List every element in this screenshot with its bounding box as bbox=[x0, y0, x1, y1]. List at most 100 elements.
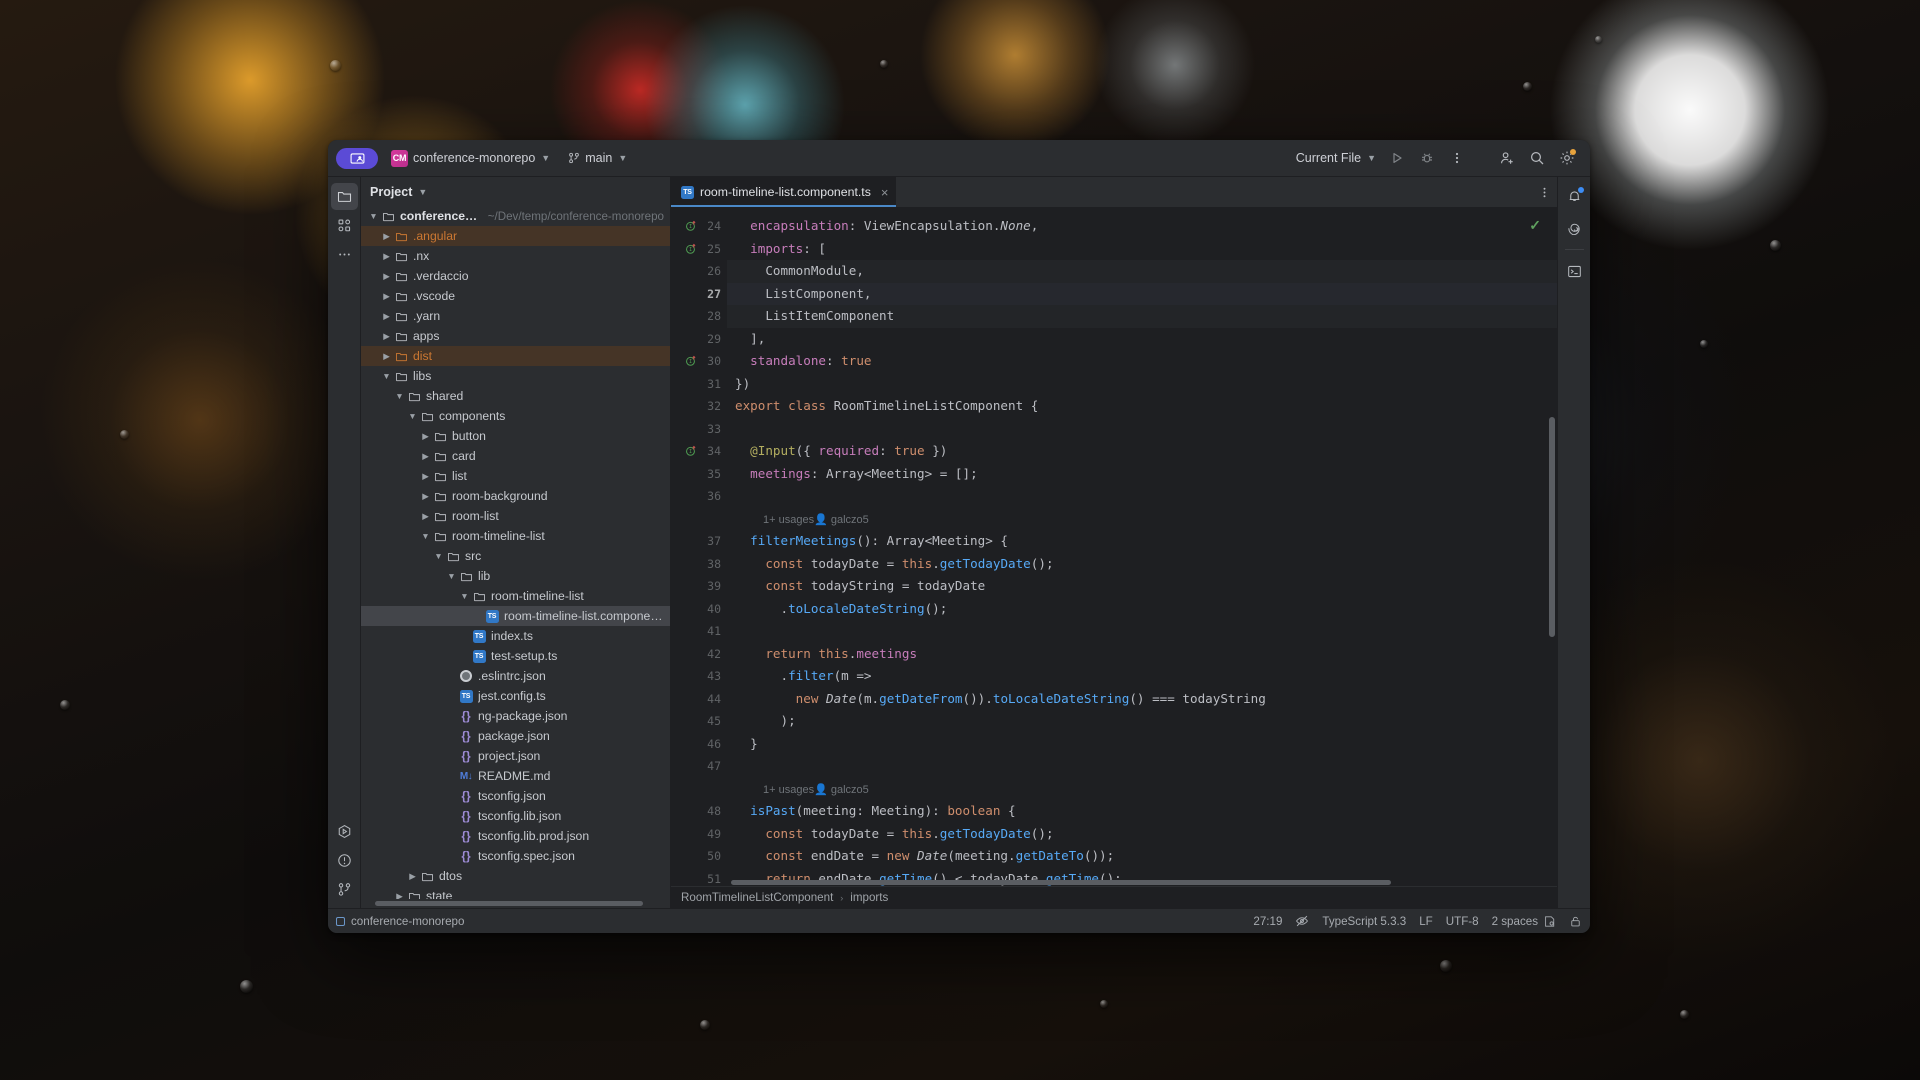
terminal-button[interactable] bbox=[1561, 258, 1588, 285]
gutter-line-26[interactable]: 26 bbox=[671, 260, 727, 283]
gutter-line-27[interactable]: 27 bbox=[671, 283, 727, 306]
chevron-down-icon[interactable]: ▼ bbox=[458, 592, 471, 601]
override-marker-icon[interactable]: I bbox=[684, 242, 697, 255]
chevron-right-icon[interactable]: ▶ bbox=[419, 492, 432, 501]
editor-tab-room-timeline-list-component[interactable]: TS room-timeline-list.component.ts × bbox=[671, 177, 897, 207]
chevron-right-icon[interactable]: ▶ bbox=[419, 452, 432, 461]
tree-row[interactable]: {} tsconfig.lib.json bbox=[361, 806, 670, 826]
gutter-line-32[interactable]: 32 bbox=[671, 395, 727, 418]
gutter-line-42[interactable]: 42 bbox=[671, 643, 727, 666]
editor-text[interactable]: encapsulation: ViewEncapsulation.None, i… bbox=[727, 207, 1557, 886]
code-line-39[interactable]: const todayString = todayDate bbox=[727, 575, 1557, 598]
author-hint[interactable]: 👤 galczo5 bbox=[814, 514, 869, 526]
breadcrumb[interactable]: RoomTimelineListComponent › imports bbox=[671, 886, 1557, 908]
chevron-down-icon[interactable]: ▼ bbox=[406, 412, 419, 421]
code-hint-line[interactable]: 1+ usages👤 galczo5 bbox=[727, 778, 1557, 801]
status-caret-position[interactable]: 27:19 bbox=[1253, 915, 1282, 928]
tree-row[interactable]: .eslintrc.json bbox=[361, 666, 670, 686]
tree-horizontal-scrollbar[interactable] bbox=[361, 899, 670, 908]
close-icon[interactable]: × bbox=[881, 185, 889, 200]
gutter-line-47[interactable]: 47 bbox=[671, 755, 727, 778]
problems-tool-button[interactable] bbox=[331, 847, 358, 874]
ai-assistant-button[interactable] bbox=[1561, 214, 1588, 241]
tree-row[interactable]: ▶ card bbox=[361, 446, 670, 466]
project-file-tree[interactable]: ▼ conference-monorepo ~/Dev/temp/conferenc… bbox=[361, 206, 670, 899]
tree-row[interactable]: ▼ room-timeline-list bbox=[361, 586, 670, 606]
chevron-down-icon[interactable]: ▼ bbox=[393, 392, 406, 401]
code-line-45[interactable]: ); bbox=[727, 710, 1557, 733]
run-configuration-selector[interactable]: Current File ▼ bbox=[1292, 149, 1380, 167]
status-indent[interactable]: 2 spaces bbox=[1492, 915, 1556, 928]
gutter-line-34[interactable]: I 34 bbox=[671, 440, 727, 463]
chevron-right-icon[interactable]: ▶ bbox=[406, 872, 419, 881]
gutter-line-49[interactable]: 49 bbox=[671, 823, 727, 846]
code-line-38[interactable]: const todayDate = this.getTodayDate(); bbox=[727, 553, 1557, 576]
chevron-right-icon[interactable]: ▶ bbox=[393, 892, 406, 899]
settings-gear-icon[interactable] bbox=[1554, 145, 1580, 171]
gutter-line-38[interactable]: 38 bbox=[671, 553, 727, 576]
tree-row[interactable]: ▼ libs bbox=[361, 366, 670, 386]
tree-row[interactable]: ▶ room-background bbox=[361, 486, 670, 506]
tree-row[interactable]: TS room-timeline-list.component.ts bbox=[361, 606, 670, 626]
code-line-28[interactable]: ListItemComponent bbox=[727, 305, 1557, 328]
gutter-line-43[interactable]: 43 bbox=[671, 665, 727, 688]
code-line-43[interactable]: .filter(m => bbox=[727, 665, 1557, 688]
scrollbar-thumb[interactable] bbox=[375, 901, 643, 906]
status-language-level[interactable]: TypeScript 5.3.3 bbox=[1322, 915, 1406, 928]
override-marker-icon[interactable]: I bbox=[684, 355, 697, 368]
code-line-47[interactable] bbox=[727, 755, 1557, 778]
chevron-right-icon[interactable]: ▶ bbox=[419, 512, 432, 521]
tree-row[interactable]: ▶ .verdaccio bbox=[361, 266, 670, 286]
gutter-line-44[interactable]: 44 bbox=[671, 688, 727, 711]
chevron-right-icon[interactable]: ▶ bbox=[419, 432, 432, 441]
search-everywhere-icon[interactable] bbox=[1524, 145, 1550, 171]
status-line-separator[interactable]: LF bbox=[1419, 915, 1433, 928]
tree-row[interactable]: {} package.json bbox=[361, 726, 670, 746]
gutter-line-37[interactable]: 37 bbox=[671, 530, 727, 553]
code-line-50[interactable]: const endDate = new Date(meeting.getDate… bbox=[727, 845, 1557, 868]
tree-row[interactable]: TS index.ts bbox=[361, 626, 670, 646]
gutter-line-46[interactable]: 46 bbox=[671, 733, 727, 756]
code-line-40[interactable]: .toLocaleDateString(); bbox=[727, 598, 1557, 621]
code-line-32[interactable]: export class RoomTimelineListComponent { bbox=[727, 395, 1557, 418]
gutter-line-31[interactable]: 31 bbox=[671, 373, 727, 396]
code-line-24[interactable]: encapsulation: ViewEncapsulation.None, bbox=[727, 215, 1557, 238]
tree-row-root[interactable]: ▼ conference-monorepo ~/Dev/temp/conferenc… bbox=[361, 206, 670, 226]
editor-tab-options-icon[interactable] bbox=[1531, 177, 1557, 207]
gutter-line-45[interactable]: 45 bbox=[671, 710, 727, 733]
chevron-down-icon[interactable]: ▼ bbox=[445, 572, 458, 581]
usages-hint[interactable]: 1+ usages bbox=[763, 784, 814, 796]
gutter-line-29[interactable]: 29 bbox=[671, 328, 727, 351]
editor-gutter[interactable]: I 24 I 25 26 27 28 29 I 30 31 32 33 I 34 35 36 37 38 39 40 41… bbox=[671, 207, 727, 886]
code-line-25[interactable]: imports: [ bbox=[727, 238, 1557, 261]
tree-row[interactable]: {} ng-package.json bbox=[361, 706, 670, 726]
gutter-line-48[interactable]: 48 bbox=[671, 800, 727, 823]
code-line-49[interactable]: const todayDate = this.getTodayDate(); bbox=[727, 823, 1557, 846]
run-tool-button[interactable] bbox=[331, 818, 358, 845]
gutter-line-25[interactable]: I 25 bbox=[671, 238, 727, 261]
editor-vertical-scrollbar[interactable] bbox=[1549, 417, 1555, 637]
breadcrumb-item-class[interactable]: RoomTimelineListComponent bbox=[681, 891, 833, 904]
tree-row[interactable]: ▶ .vscode bbox=[361, 286, 670, 306]
tree-row[interactable]: ▶ button bbox=[361, 426, 670, 446]
code-line-41[interactable] bbox=[727, 620, 1557, 643]
code-hint-line[interactable]: 1+ usages👤 galczo5 bbox=[727, 508, 1557, 531]
gutter-line-50[interactable]: 50 bbox=[671, 845, 727, 868]
gutter-line-40[interactable]: 40 bbox=[671, 598, 727, 621]
project-tool-button[interactable] bbox=[330, 183, 358, 210]
gutter-hint-row[interactable] bbox=[671, 508, 727, 531]
chevron-down-icon[interactable]: ▼ bbox=[432, 552, 445, 561]
tree-row[interactable]: TS test-setup.ts bbox=[361, 646, 670, 666]
tree-row[interactable]: {} tsconfig.lib.prod.json bbox=[361, 826, 670, 846]
code-line-36[interactable] bbox=[727, 485, 1557, 508]
gutter-line-35[interactable]: 35 bbox=[671, 463, 727, 486]
run-icon[interactable] bbox=[1384, 145, 1410, 171]
project-panel-header[interactable]: Project ▼ bbox=[361, 177, 670, 206]
more-tool-windows-button[interactable] bbox=[331, 241, 358, 268]
chevron-right-icon[interactable]: ▶ bbox=[380, 252, 393, 261]
chevron-right-icon[interactable]: ▶ bbox=[380, 352, 393, 361]
code-line-31[interactable]: }) bbox=[727, 373, 1557, 396]
chevron-right-icon[interactable]: ▶ bbox=[419, 472, 432, 481]
code-editor[interactable]: I 24 I 25 26 27 28 29 I 30 31 32 33 I 34 35 36 37 38 39 40 41… bbox=[671, 207, 1557, 886]
tree-row[interactable]: ▶ .yarn bbox=[361, 306, 670, 326]
